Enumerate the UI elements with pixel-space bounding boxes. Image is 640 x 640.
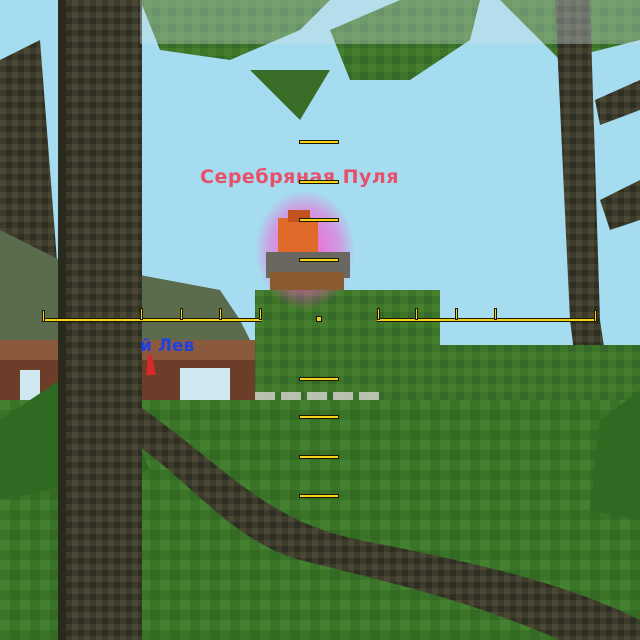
ally-name-tag: й Лев — [140, 336, 195, 356]
dash-segment — [255, 392, 275, 400]
scope-mark-lower — [299, 494, 339, 498]
dash-segment — [359, 392, 379, 400]
scope-tick-left — [42, 310, 45, 322]
enemy-legs — [270, 272, 344, 290]
scope-horizontal-left — [42, 318, 262, 322]
scope-mark-upper — [299, 140, 339, 144]
scope-tick-left — [180, 308, 183, 320]
scope-mark-lower — [299, 377, 339, 381]
scope-tick-left — [140, 308, 143, 320]
scope-center-dot — [316, 316, 322, 322]
scope-mark-upper — [299, 218, 339, 222]
scope-tick-right — [594, 310, 597, 322]
dash-segment — [333, 392, 353, 400]
scope-tick-left — [219, 308, 222, 320]
scope-mark-lower — [299, 415, 339, 419]
enemy-name-tag: Серебряная Пуля — [200, 166, 400, 188]
enemy-head[interactable] — [278, 218, 318, 256]
scope-mark-upper — [299, 258, 339, 262]
scope-mark-upper — [299, 180, 339, 184]
scope-tick-right — [455, 308, 458, 320]
scope-tick-right — [415, 308, 418, 320]
dash-segment — [307, 392, 327, 400]
scope-tick-right — [377, 308, 380, 320]
scope-tick-left — [259, 308, 262, 320]
top-hud-bar — [140, 0, 640, 44]
dash-segment — [281, 392, 301, 400]
scope-horizontal-right — [377, 318, 597, 322]
scope-tick-right — [494, 308, 497, 320]
scope-mark-lower — [299, 455, 339, 459]
